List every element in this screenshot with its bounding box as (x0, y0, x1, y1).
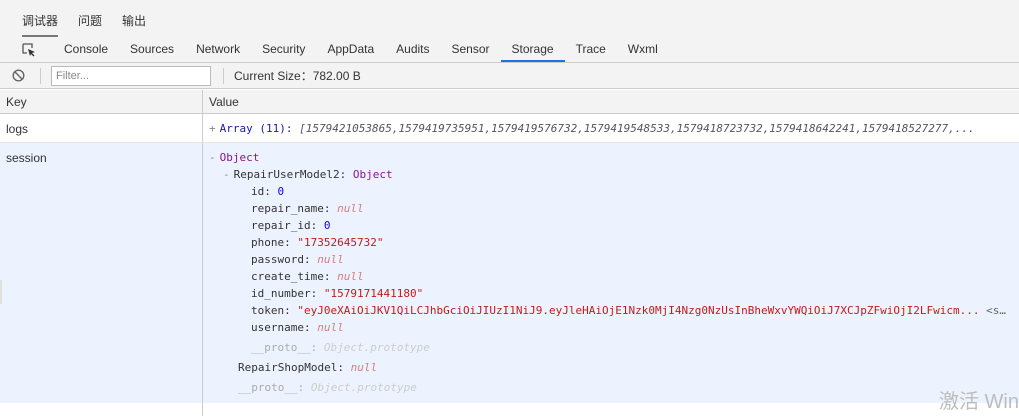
field-username: username: null (251, 321, 344, 334)
tab-storage[interactable]: Storage (500, 37, 565, 62)
row-value (203, 403, 1019, 416)
tab-console[interactable]: Console (53, 37, 119, 62)
array-preview: [1579421053865,1579419735951,15794195767… (299, 122, 975, 135)
table-header: Key Value (0, 90, 1019, 114)
collapse-toggle[interactable]: - (223, 168, 230, 181)
field-create-time: create_time: null (251, 270, 364, 283)
value-type: Object (219, 151, 260, 164)
resize-handle[interactable] (0, 280, 2, 304)
toolbar-divider (40, 67, 41, 84)
field-token: token: "eyJ0eXAiOiJKV1QiLCJhbGciOiJIUzI1… (251, 304, 1006, 317)
storage-toolbar: Current Size：782.00 B (0, 63, 1019, 89)
tab-security[interactable]: Security (251, 37, 316, 62)
new-item-placeholder[interactable]: 新建 (0, 403, 203, 416)
field-proto: __proto__: Object.prototype (251, 341, 430, 354)
object-tree: - Object - RepairUserModel2: Object id: 0 … (203, 143, 1019, 403)
table-row-logs[interactable]: logs + Array (11): [1579421053865,1579419… (0, 114, 1019, 143)
model-fields: id: 0 repair_name: null repair_id: 0 pho… (209, 183, 1019, 356)
windows-activation-watermark: 激活 Win (939, 391, 1019, 413)
tab-debugger[interactable]: 调试器 (22, 13, 59, 37)
value-type: Object (352, 168, 393, 181)
field-outer-proto: __proto__: Object.prototype (238, 381, 417, 394)
field-repair-name: repair_name: null (251, 202, 364, 215)
tab-network[interactable]: Network (185, 37, 251, 62)
storage-table: Key Value logs + Array (11): [15794210538… (0, 90, 1019, 416)
tab-sources[interactable]: Sources (119, 37, 185, 62)
row-value: + Array (11): [1579421053865,157941973595… (203, 114, 1019, 142)
field-password: password: null (251, 253, 344, 266)
tree-node-repair-user-model[interactable]: - RepairUserModel2: Object (209, 166, 1019, 183)
tab-output[interactable]: 输出 (122, 13, 146, 37)
tab-sensor[interactable]: Sensor (441, 37, 501, 62)
collapse-toggle[interactable]: - (209, 151, 216, 164)
table-row-new[interactable]: 新建 (0, 403, 1019, 416)
value-column-header[interactable]: Value (203, 90, 1019, 113)
row-key: session (0, 143, 203, 403)
tab-audits[interactable]: Audits (385, 37, 440, 62)
table-row-session[interactable]: session - Object - RepairUserModel2: Objec… (0, 143, 1019, 403)
devtools-panel-tabs: Console Sources Network Security AppData… (0, 37, 1019, 63)
property-name: RepairUserModel2: (233, 168, 347, 181)
row-key: logs (0, 114, 203, 142)
current-size-label: Current Size：782.00 B (234, 69, 361, 83)
tab-issues[interactable]: 问题 (78, 13, 102, 37)
top-tab-bar: 调试器 问题 输出 (0, 0, 1019, 37)
tab-appdata[interactable]: AppData (316, 37, 385, 62)
tree-node-root[interactable]: - Object (209, 149, 1019, 166)
key-column-header[interactable]: Key (0, 90, 203, 113)
tab-trace[interactable]: Trace (565, 37, 617, 62)
field-id: id: 0 (251, 185, 285, 198)
field-repair-id: repair_id: 0 (251, 219, 331, 232)
field-id-number: id_number: "1579171441180" (251, 287, 424, 300)
inspect-element-icon[interactable] (20, 37, 38, 62)
toolbar-divider (223, 67, 224, 84)
tab-wxml[interactable]: Wxml (617, 37, 669, 62)
clear-circle-icon[interactable] (10, 68, 26, 84)
field-repair-shop-model: RepairShopModel: null (238, 361, 378, 374)
value-type: Array (11): (219, 122, 293, 135)
filter-input[interactable] (51, 65, 211, 86)
field-phone: phone: "17352645732" (251, 236, 384, 249)
expand-toggle[interactable]: + (209, 122, 216, 135)
